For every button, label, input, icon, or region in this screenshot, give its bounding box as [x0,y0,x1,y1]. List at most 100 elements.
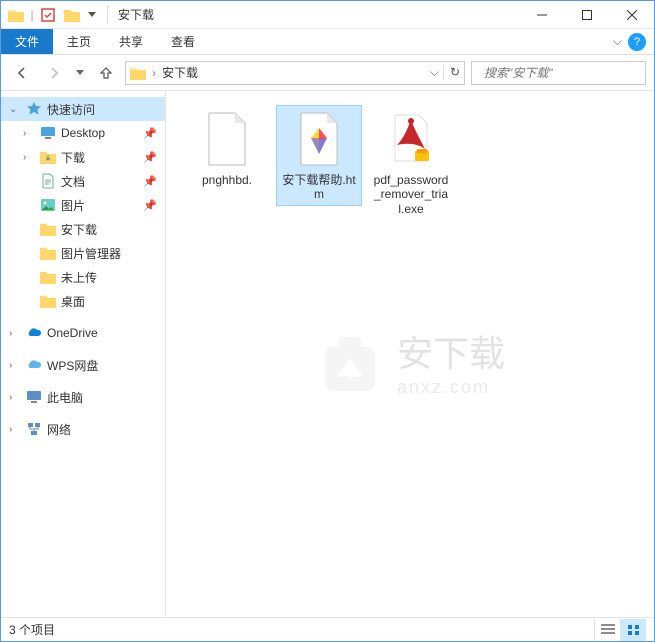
pdf-exe-icon [384,109,438,169]
navigation-bar: › 安下载 ⌵ ↻ [1,55,654,91]
body-area: ⌄ 快速访问 › Desktop 📌 › 下载 📌 文档 📌 图片 📌 [1,91,654,617]
chevron-right-icon[interactable]: › [23,128,35,139]
sidebar-item-label: 此电脑 [47,389,83,406]
blank-file-icon [200,109,254,169]
folder-icon [39,292,57,310]
sidebar-onedrive[interactable]: › OneDrive [1,321,165,345]
sidebar-item-label: OneDrive [47,326,98,340]
star-icon [25,100,43,118]
file-item[interactable]: 安下载帮助.htm [276,105,362,206]
sidebar-item-folder[interactable]: 图片管理器 [1,241,165,265]
chevron-right-icon[interactable]: › [152,66,156,80]
sidebar-item-label: 图片管理器 [61,245,121,262]
chevron-down-icon[interactable]: ⌄ [9,104,21,115]
back-button[interactable] [9,60,35,86]
folder-icon [39,220,57,238]
help-icon[interactable]: ? [628,33,646,51]
qat-properties-icon[interactable] [37,4,59,26]
ribbon-tabs: 文件 主页 共享 查看 ⌵ ? [1,29,654,55]
documents-icon [39,172,57,190]
sidebar-item-desktop[interactable]: › Desktop 📌 [1,121,165,145]
sidebar-network[interactable]: › 网络 [1,417,165,441]
status-text: 3 个项目 [9,621,55,638]
sidebar-item-label: 快速访问 [47,101,95,118]
folder-icon [39,268,57,286]
file-item[interactable]: pnghhbd. [184,105,270,191]
recent-dropdown-icon[interactable] [73,60,87,86]
sidebar-item-label: 下载 [61,149,85,166]
file-list-pane[interactable]: pnghhbd. 安下载帮助.htm pdf_password_remover_… [166,91,654,617]
sidebar-item-documents[interactable]: 文档 📌 [1,169,165,193]
sidebar-item-folder[interactable]: 桌面 [1,289,165,313]
network-icon [25,420,43,438]
downloads-icon [39,148,57,166]
view-toggles [594,619,646,641]
window-controls [519,1,654,29]
close-button[interactable] [609,1,654,29]
cloud-icon [25,356,43,374]
qat-folder-icon[interactable] [5,4,27,26]
chevron-right-icon[interactable]: › [9,392,21,403]
sidebar-quick-access[interactable]: ⌄ 快速访问 [1,97,165,121]
title-bar: | 安下载 [1,1,654,29]
onedrive-icon [25,324,43,342]
tab-share[interactable]: 共享 [105,29,157,54]
file-item[interactable]: pdf_password_remover_trial.exe [368,105,454,220]
sidebar-item-label: Desktop [61,126,105,140]
search-input[interactable] [484,66,641,80]
sidebar-item-folder[interactable]: 未上传 [1,265,165,289]
htm-file-icon [292,109,346,169]
minimize-button[interactable] [519,1,564,29]
qat-divider: | [29,4,35,26]
chevron-right-icon[interactable]: › [9,360,21,371]
watermark: 安下载 anxz.com [315,325,505,398]
maximize-button[interactable] [564,1,609,29]
breadcrumb-item[interactable]: 安下载 [162,64,198,81]
tab-file[interactable]: 文件 [1,29,53,54]
desktop-icon [39,124,57,142]
refresh-icon[interactable]: ↻ [443,65,460,80]
pin-icon: 📌 [143,127,157,140]
pictures-icon [39,196,57,214]
folder-icon [130,66,146,80]
tab-view[interactable]: 查看 [157,29,209,54]
quick-access-toolbar: | [1,4,103,26]
forward-button[interactable] [41,60,67,86]
sidebar-item-pictures[interactable]: 图片 📌 [1,193,165,217]
computer-icon [25,388,43,406]
qat-dropdown-icon[interactable] [85,4,99,26]
file-name: 安下载帮助.htm [280,173,358,202]
file-name: pnghhbd. [202,173,252,187]
qat-new-folder-icon[interactable] [61,4,83,26]
watermark-main: 安下载 [397,325,505,377]
icons-view-button[interactable] [620,619,646,641]
file-name: pdf_password_remover_trial.exe [372,173,450,216]
sidebar-item-label: 未上传 [61,269,97,286]
sidebar-wps[interactable]: › WPS网盘 [1,353,165,377]
sidebar-item-label: 文档 [61,173,85,190]
folder-icon [39,244,57,262]
chevron-right-icon[interactable]: › [23,152,35,163]
sidebar-item-label: WPS网盘 [47,357,98,374]
sidebar-item-label: 网络 [47,421,71,438]
chevron-right-icon[interactable]: › [9,328,21,339]
tab-home[interactable]: 主页 [53,29,105,54]
sidebar-item-folder[interactable]: 安下载 [1,217,165,241]
details-view-button[interactable] [594,619,620,641]
window-title: 安下载 [118,6,154,23]
pin-icon: 📌 [143,199,157,212]
pin-icon: 📌 [143,151,157,164]
status-bar: 3 个项目 [1,617,654,641]
sidebar-item-label: 图片 [61,197,85,214]
address-bar[interactable]: › 安下载 ⌵ ↻ [125,61,465,85]
sidebar-item-downloads[interactable]: › 下载 📌 [1,145,165,169]
search-box[interactable] [471,61,646,85]
ribbon-expand-icon[interactable]: ⌵ [613,34,622,49]
up-button[interactable] [93,60,119,86]
pin-icon: 📌 [143,175,157,188]
sidebar-item-label: 安下载 [61,221,97,238]
chevron-right-icon[interactable]: › [9,424,21,435]
sidebar-this-pc[interactable]: › 此电脑 [1,385,165,409]
separator [107,6,108,24]
address-dropdown-icon[interactable]: ⌵ [430,65,439,80]
